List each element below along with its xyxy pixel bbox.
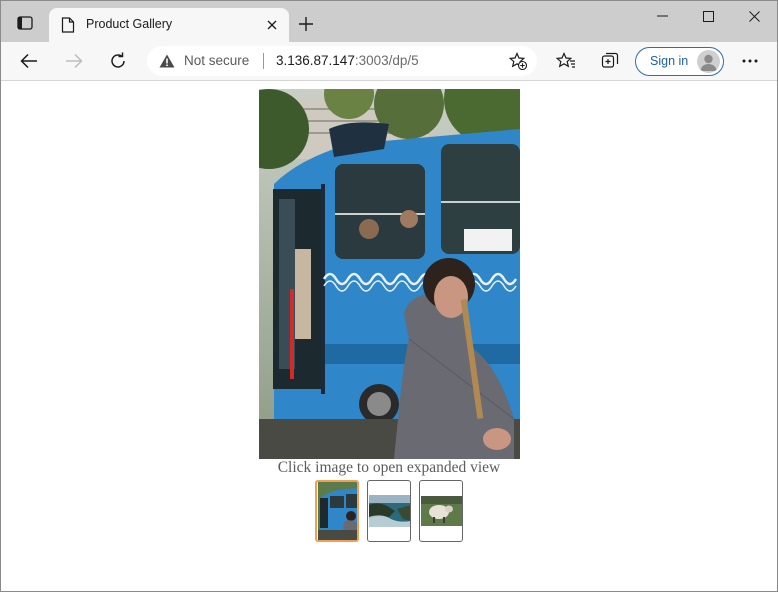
url-host: 3.136.87.147	[276, 53, 355, 68]
thumbnail-coast[interactable]	[367, 480, 411, 542]
avatar	[697, 50, 720, 73]
window-close-icon[interactable]	[731, 1, 777, 31]
tab-title: Product Gallery	[86, 17, 173, 31]
page-icon	[61, 17, 75, 33]
refresh-icon[interactable]	[103, 47, 133, 75]
url-path: :3003/dp/5	[354, 53, 419, 68]
address-bar[interactable]: Not secure 3.136.87.147:3003/dp/5	[147, 46, 537, 76]
forward-arrow-icon[interactable]	[59, 47, 89, 75]
security-status[interactable]: Not secure	[184, 53, 249, 68]
image-caption: Click image to open expanded view	[277, 459, 501, 476]
avatar-person-icon	[700, 54, 717, 71]
sign-in-label: Sign in	[650, 54, 689, 68]
tab-product-gallery[interactable]: Product Gallery	[49, 8, 289, 42]
minimize-icon[interactable]	[639, 1, 685, 31]
address-divider	[263, 53, 264, 69]
back-arrow-icon[interactable]	[14, 47, 44, 75]
collections-icon[interactable]	[595, 47, 625, 75]
close-tab-icon[interactable]	[263, 16, 281, 34]
page-content: Click image to open expanded view	[1, 82, 777, 591]
navigation-toolbar: Not secure 3.136.87.147:3003/dp/5 Sign i…	[1, 42, 777, 81]
favorites-icon[interactable]	[551, 47, 581, 75]
thumbnail-sheep[interactable]	[419, 480, 463, 542]
add-favorite-icon[interactable]	[509, 52, 527, 70]
tab-strip: Product Gallery	[1, 1, 777, 42]
maximize-icon[interactable]	[685, 1, 731, 31]
url-text[interactable]: 3.136.87.147:3003/dp/5	[276, 53, 419, 68]
tab-actions-icon[interactable]	[9, 9, 41, 37]
warning-icon	[159, 54, 175, 68]
more-options-icon[interactable]	[735, 47, 765, 75]
browser-window: Product Gallery Not secure 3.136.87.147:…	[0, 0, 778, 592]
sign-in-button[interactable]: Sign in	[635, 47, 724, 76]
new-tab-icon[interactable]	[295, 13, 317, 35]
thumbnail-tram[interactable]	[315, 480, 359, 542]
main-product-image[interactable]	[259, 89, 520, 459]
